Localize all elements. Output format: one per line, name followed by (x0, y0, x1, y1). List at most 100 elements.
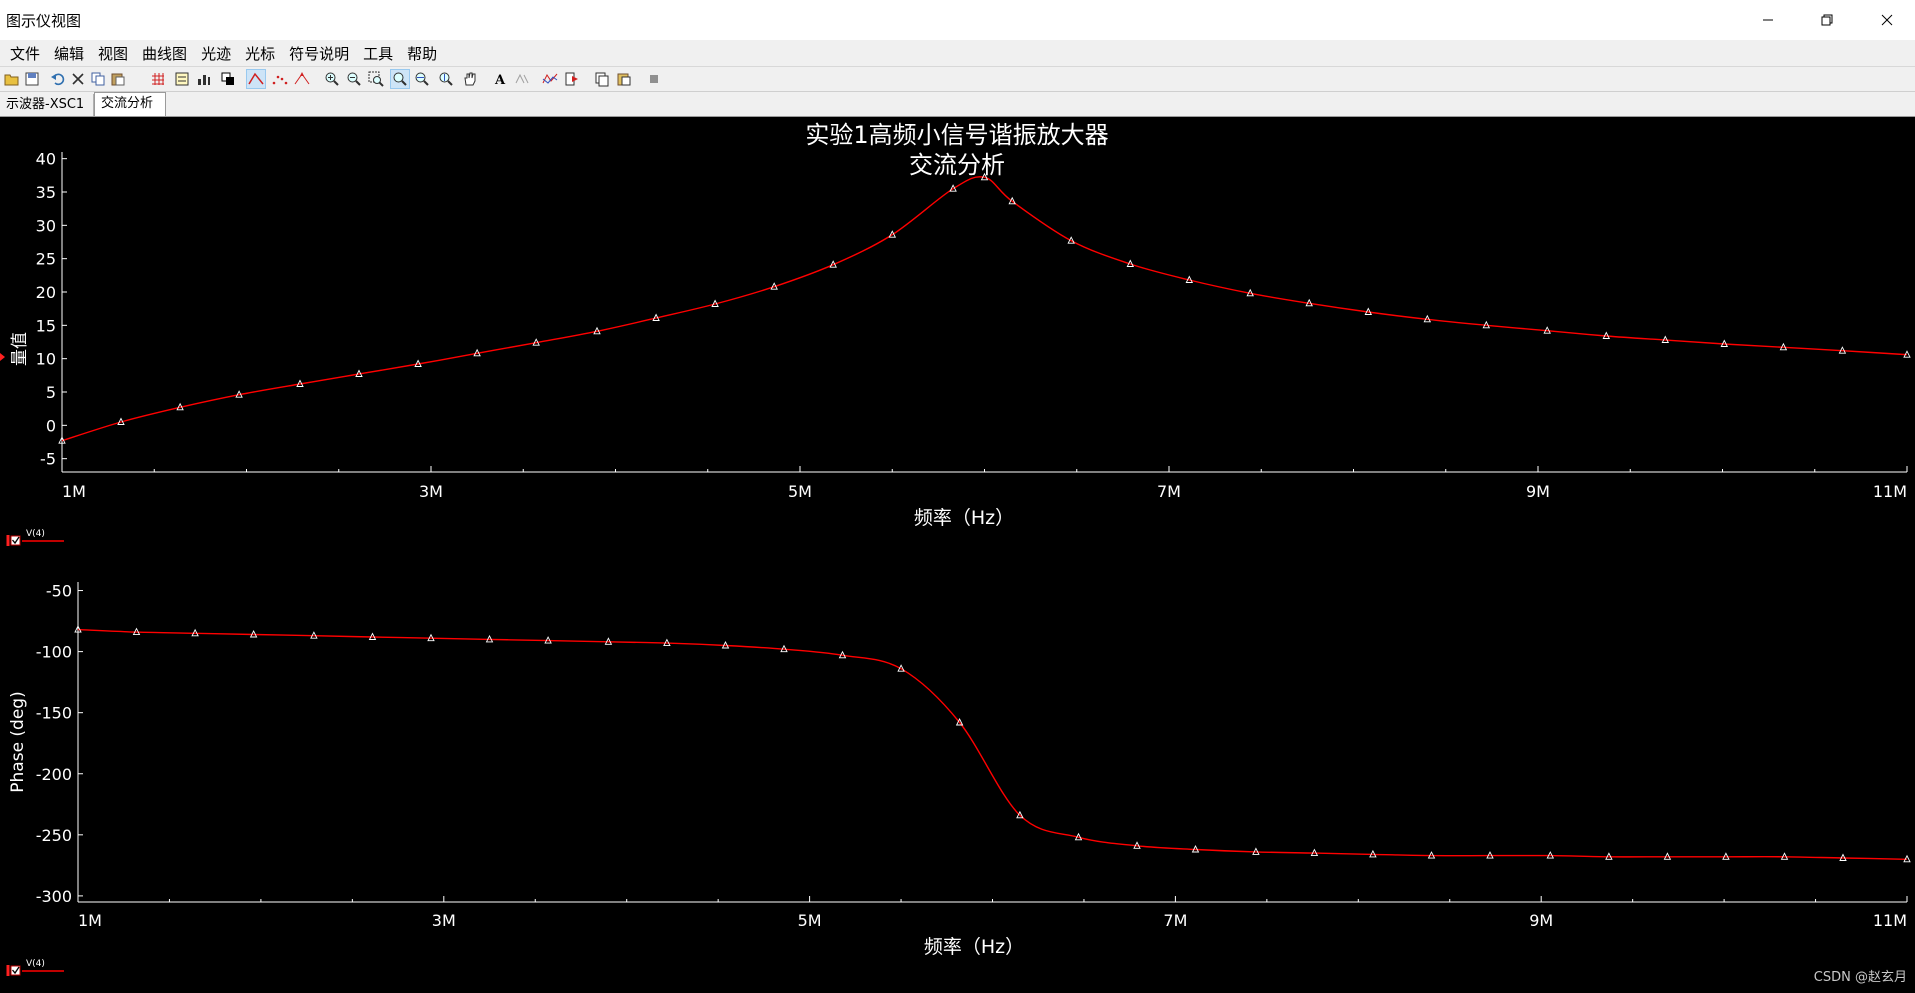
close-button[interactable] (1859, 0, 1915, 40)
trace-line-icon (248, 72, 264, 85)
plot2-x-tick-label: 3M (432, 911, 456, 930)
menu-edit[interactable]: 编辑 (52, 43, 86, 64)
zoom-x-icon (415, 72, 429, 86)
plot1-y-tick-label: 35 (36, 183, 56, 202)
menu-tools[interactable]: 工具 (361, 43, 395, 64)
plot1-legend-label: V(4) (26, 529, 45, 539)
plot2-y-tick-label: -150 (36, 704, 72, 723)
copy-icon (91, 72, 105, 86)
plot-area: 实验1高频小信号谐振放大器 交流分析 频率（Hz） 量值 频率（Hz） Phas… (0, 117, 1915, 993)
tab-bar: 示波器-XSC1 交流分析 (0, 92, 1915, 117)
plot1-y-tick-label: 40 (36, 150, 56, 169)
pan-icon (464, 72, 476, 86)
title-bar: 图示仪视图 (0, 0, 1915, 41)
zoom-area-button[interactable] (366, 69, 386, 89)
menu-help[interactable]: 帮助 (405, 43, 439, 64)
save-icon (25, 72, 39, 86)
restore-icon (1821, 14, 1833, 26)
paste-icon (111, 73, 125, 86)
plot2-y-tick-label: -50 (46, 582, 72, 601)
zoom-y-button[interactable] (436, 69, 456, 89)
zoom-x-button[interactable] (412, 69, 432, 89)
plot1-y-tick-label: 0 (46, 416, 56, 435)
menu-cursor[interactable]: 光标 (243, 43, 277, 64)
bars-button[interactable] (194, 69, 214, 89)
trace-marker-button[interactable] (292, 69, 312, 89)
plot2-trace-line (77, 628, 1908, 860)
trace-line-button[interactable] (246, 69, 266, 89)
copy-graph-button[interactable] (592, 69, 612, 89)
plot2-y-tick-label: -100 (36, 643, 72, 662)
trace-dots-button[interactable] (270, 69, 290, 89)
trace-dots-icon (272, 75, 288, 85)
grid-button[interactable] (148, 69, 168, 89)
minimize-icon (1763, 19, 1773, 21)
plot1-trace-line (61, 176, 1908, 442)
bars-icon (198, 75, 210, 85)
text-button[interactable]: A (490, 69, 510, 89)
window-title: 图示仪视图 (6, 12, 82, 30)
tab-ac-analysis[interactable]: 交流分析 (94, 92, 166, 116)
export-button[interactable] (562, 69, 582, 89)
zoom-area-icon (368, 71, 384, 87)
plot1-x-tick-label: 9M (1526, 482, 1550, 501)
watermark: CSDN @赵玄月 (1813, 970, 1907, 985)
plot1-x-tick-label: 3M (419, 482, 443, 501)
trace-marker-icon (294, 72, 310, 85)
stop-icon (650, 75, 658, 83)
cut-icon (72, 73, 84, 85)
plot2-ylabel: Phase (deg) (8, 691, 28, 792)
close-icon (1881, 14, 1893, 26)
paste-graph-icon (617, 73, 631, 86)
menu-graph[interactable]: 曲线图 (140, 43, 189, 64)
tab-oscilloscope[interactable]: 示波器-XSC1 (0, 94, 94, 116)
paste-button[interactable] (108, 69, 128, 89)
plot2-y-tick-label: -300 (36, 887, 72, 906)
plot1-y-tick-label: 10 (36, 350, 56, 369)
plot1-xlabel: 频率（Hz） (914, 507, 1014, 529)
menu-trace[interactable]: 光迹 (199, 43, 233, 64)
restore-button[interactable] (1799, 0, 1855, 40)
legend-button[interactable] (172, 69, 192, 89)
menu-file[interactable]: 文件 (8, 43, 42, 64)
undo-button[interactable] (48, 69, 68, 89)
menu-bar: 文件 编辑 视图 曲线图 光迹 光标 符号说明 工具 帮助 (0, 40, 1915, 67)
zoom-full-icon (393, 72, 407, 86)
select-trace-icon (542, 73, 558, 84)
overlay-button[interactable] (218, 69, 238, 89)
legend-icon (175, 72, 189, 86)
plot1-ylabel: 量值 (10, 332, 30, 366)
save-button[interactable] (22, 69, 42, 89)
plot1-y-tick-label: 20 (36, 283, 56, 302)
plot2-xlabel: 频率（Hz） (924, 936, 1024, 958)
grapher-canvas[interactable]: 实验1高频小信号谐振放大器 交流分析 频率（Hz） 量值 频率（Hz） Phas… (0, 117, 1915, 993)
chart-title: 实验1高频小信号谐振放大器 (805, 121, 1108, 149)
zoom-in-icon (325, 72, 339, 86)
minimize-button[interactable] (1740, 0, 1796, 40)
zoom-y-icon (439, 72, 453, 86)
toolbar: A (0, 67, 1915, 92)
plot2-x-tick-label: 9M (1529, 911, 1553, 930)
cut-button[interactable] (68, 69, 88, 89)
grid-icon (152, 73, 164, 85)
pan-button[interactable] (460, 69, 480, 89)
zoom-full-button[interactable] (390, 69, 410, 89)
format-button[interactable] (512, 69, 532, 89)
zoom-out-icon (347, 72, 361, 86)
menu-legend[interactable]: 符号说明 (287, 43, 351, 64)
copy-button[interactable] (88, 69, 108, 89)
plot1-x-tick-label: 5M (788, 482, 812, 501)
paste-graph-button[interactable] (614, 69, 634, 89)
plot2-y-tick-label: -250 (36, 826, 72, 845)
cursor-marker-icon (0, 353, 5, 361)
open-button[interactable] (2, 69, 22, 89)
stop-button[interactable] (644, 69, 664, 89)
plot1-y-tick-label: 30 (36, 216, 56, 235)
zoom-in-button[interactable] (322, 69, 342, 89)
plot1-y-tick-label: 5 (46, 383, 56, 402)
zoom-out-button[interactable] (344, 69, 364, 89)
menu-view[interactable]: 视图 (96, 43, 130, 64)
plot1-x-tick-label: 11M (1873, 482, 1907, 501)
select-trace-button[interactable] (540, 69, 560, 89)
plot2-legend-label: V(4) (26, 959, 45, 969)
